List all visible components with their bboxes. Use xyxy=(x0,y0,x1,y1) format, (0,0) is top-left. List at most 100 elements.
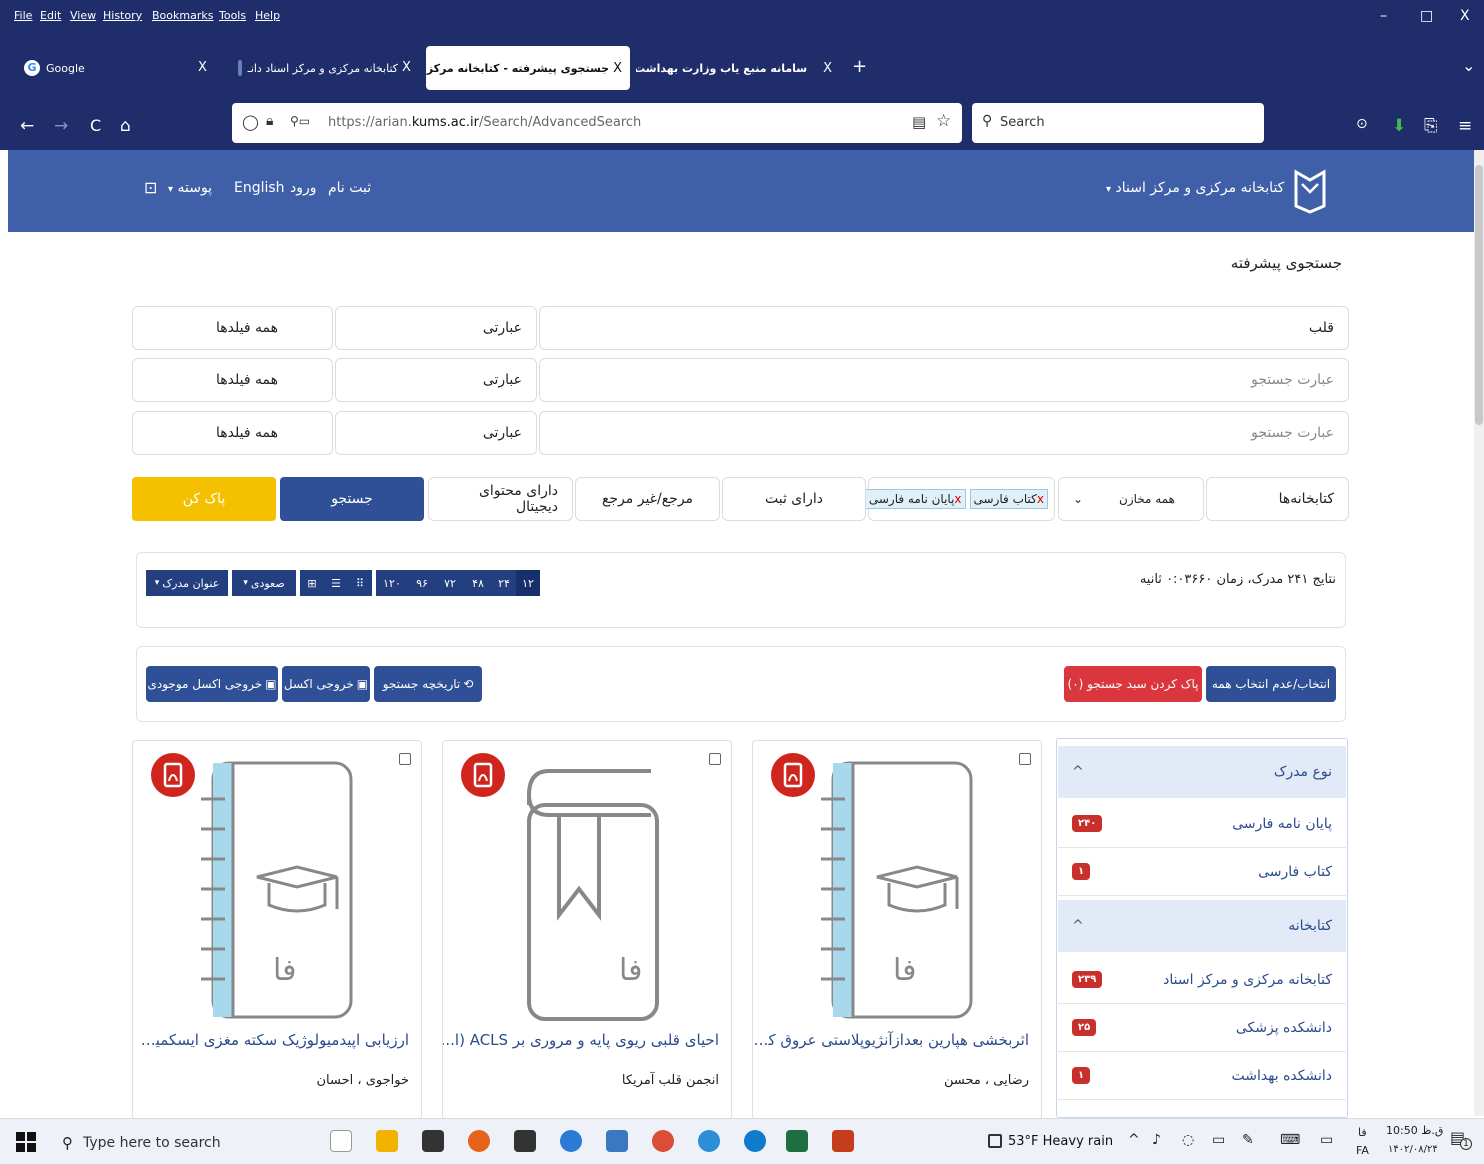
doc-type-multiselect[interactable]: xکتاب فارسی xپایان نامه فارسی ⌄ xyxy=(851,477,1055,521)
close-icon[interactable]: X xyxy=(823,61,832,76)
pen-icon[interactable]: ✎ xyxy=(1242,1132,1254,1148)
list-tabs-button[interactable]: ⌄ xyxy=(1462,56,1475,75)
result-card[interactable]: فا احیای قلبی ریوی پایه و مروری بر ACLS … xyxy=(442,740,732,1120)
menu-help[interactable]: Help xyxy=(255,9,280,22)
search-field-select-1[interactable]: همه فیلدها xyxy=(132,306,333,350)
search-history-button[interactable]: ⟲ تاریخچه جستجو xyxy=(374,666,482,702)
back-button[interactable]: ← xyxy=(20,116,34,136)
grid-small-view-icon[interactable]: ⠿ xyxy=(348,570,372,596)
tab-library[interactable]: X کتابخانه مرکزی و مرکز اسناد دانـ xyxy=(224,46,420,90)
list-view-icon[interactable]: ☰ xyxy=(324,570,348,596)
reference-filter[interactable]: مرجع/غیر مرجع xyxy=(575,477,720,521)
facet-item[interactable]: دانشکده بهداشت ۱ xyxy=(1058,1052,1346,1100)
search-term-input-2[interactable]: عبارت جستجو xyxy=(539,358,1349,402)
url-bar[interactable]: ◯ 🔒︎ ⚲▭ https://arian.kums.ac.ir/Search/… xyxy=(232,103,962,143)
reader-view-icon[interactable]: ▤ xyxy=(912,113,926,131)
language-indicator[interactable]: FA xyxy=(1356,1144,1369,1157)
theme-dropdown[interactable]: پوسته ▾ xyxy=(168,180,212,196)
desktop-icon[interactable]: ▭ xyxy=(1320,1132,1333,1148)
search-button[interactable]: جستجو xyxy=(280,477,424,521)
result-card[interactable]: فا ارزیابی اپیدمیولوژیک سکته مغزی ایسکمی… xyxy=(132,740,422,1120)
select-checkbox[interactable] xyxy=(709,753,721,765)
page-size-24[interactable]: ۲۴ xyxy=(492,570,516,596)
scrollbar-thumb[interactable] xyxy=(1475,165,1483,425)
search-term-input-1[interactable]: قلب xyxy=(539,306,1349,350)
chevron-up-icon[interactable]: ^ xyxy=(1128,1132,1140,1148)
facet-item[interactable]: پایان نامه فارسی ۲۴۰ xyxy=(1058,800,1346,848)
notifications-button[interactable]: ▤ 1 xyxy=(1450,1128,1472,1150)
search-field-select-3[interactable]: همه فیلدها xyxy=(132,411,333,455)
login-link[interactable]: ورود xyxy=(290,180,317,196)
chrome-icon[interactable] xyxy=(652,1130,674,1152)
clear-button[interactable]: پاک کن xyxy=(132,477,276,521)
select-all-button[interactable]: انتخاب/عدم انتخاب همه xyxy=(1206,666,1336,702)
edge-icon[interactable] xyxy=(744,1130,766,1152)
facet-item[interactable]: کتاب فارسی ۱ xyxy=(1058,848,1346,896)
search-field-select-2[interactable]: همه فیلدها xyxy=(132,358,333,402)
close-icon[interactable]: X xyxy=(613,61,622,76)
search-mode-select-3[interactable]: عبارتی xyxy=(335,411,537,455)
excel-stock-export-button[interactable]: ▣ خروجی اکسل موجودی xyxy=(146,666,278,702)
remove-tag-icon[interactable]: x xyxy=(954,492,961,506)
internet-explorer-icon[interactable] xyxy=(698,1130,720,1152)
signup-link[interactable]: ثبت نام xyxy=(328,180,371,196)
app-menu-button[interactable]: ≡ xyxy=(1458,116,1472,136)
display-icon[interactable]: ▭ xyxy=(1212,1132,1225,1148)
excel-app-icon[interactable] xyxy=(786,1130,808,1152)
page-size-72[interactable]: ۷۲ xyxy=(436,570,464,596)
language-fa-indicator[interactable]: فا xyxy=(1358,1126,1367,1139)
search-mode-select-2[interactable]: عبارتی xyxy=(335,358,537,402)
close-icon[interactable]: X xyxy=(402,60,411,75)
tab-ministry[interactable]: X سامانه منبع یاب وزارت بهداشت xyxy=(636,46,840,90)
close-icon[interactable]: X xyxy=(198,60,207,75)
menu-history[interactable]: History xyxy=(103,9,142,22)
select-checkbox[interactable] xyxy=(399,753,411,765)
browser-search-input[interactable]: ⚲ Search xyxy=(972,103,1264,143)
forward-button[interactable]: → xyxy=(54,116,68,136)
volume-icon[interactable]: ♪ xyxy=(1152,1132,1161,1148)
registered-filter[interactable]: دارای ثبت xyxy=(722,477,866,521)
taskbar-search-input[interactable]: ⚲ Type here to search xyxy=(52,1126,302,1160)
menu-view[interactable]: View xyxy=(70,9,96,22)
clock-date[interactable]: ۱۴۰۲/۰۸/۲۴ xyxy=(1388,1144,1438,1155)
facet-item[interactable]: دانشکده پزشکی ۲۵ xyxy=(1058,1004,1346,1052)
digital-content-filter[interactable]: دارای محتوای دیجیتال xyxy=(428,477,573,521)
close-window-button[interactable]: X xyxy=(1460,8,1470,24)
windows-start-icon[interactable] xyxy=(16,1132,36,1152)
menu-edit[interactable]: Edit xyxy=(40,9,61,22)
select-checkbox[interactable] xyxy=(1019,753,1031,765)
result-title-link[interactable]: ارزیابی اپیدمیولوژیک سکته مغزی ایسکمیک..… xyxy=(133,1031,409,1049)
pocket-icon[interactable]: ⊙ xyxy=(1356,116,1368,132)
weather-icon[interactable] xyxy=(988,1134,1002,1148)
menu-tools[interactable]: Tools xyxy=(219,9,246,22)
tag-chip[interactable]: xپایان نامه فارسی xyxy=(864,489,966,509)
result-card[interactable]: فا اثربخشی هپارین بعدازآنژیوپلاستی عروق … xyxy=(752,740,1042,1120)
sort-field-dropdown[interactable]: عنوان مدرک ▾ xyxy=(146,570,228,596)
firefox-icon[interactable] xyxy=(468,1130,490,1152)
facet-item[interactable]: کتابخانه مرکزی و مرکز اسناد ۲۳۹ xyxy=(1058,956,1346,1004)
maximize-button[interactable]: □ xyxy=(1420,8,1433,24)
reload-button[interactable]: C xyxy=(90,116,101,135)
photos-icon[interactable] xyxy=(606,1130,628,1152)
page-size-120[interactable]: ۱۲۰ xyxy=(376,570,408,596)
page-size-48[interactable]: ۴۸ xyxy=(464,570,492,596)
mail-icon[interactable] xyxy=(514,1130,536,1152)
page-size-12[interactable]: ۱۲ xyxy=(516,570,540,596)
facet-library-header[interactable]: کتابخانه ^ xyxy=(1058,900,1346,952)
site-title-dropdown[interactable]: کتابخانه مرکزی و مرکز اسناد ▾ xyxy=(1106,180,1284,196)
clear-basket-button[interactable]: پاک کردن سبد جستجو (۰) xyxy=(1064,666,1202,702)
app-icon[interactable] xyxy=(560,1130,582,1152)
task-view-icon[interactable] xyxy=(330,1130,352,1152)
pdf-icon[interactable] xyxy=(151,753,195,797)
grid-view-icon[interactable]: ⊞ xyxy=(300,570,324,596)
store-icon[interactable] xyxy=(422,1130,444,1152)
new-tab-button[interactable]: + xyxy=(852,56,867,77)
bookmark-star-icon[interactable]: ☆ xyxy=(936,111,951,131)
file-explorer-icon[interactable] xyxy=(376,1130,398,1152)
network-icon[interactable]: ◌ xyxy=(1182,1132,1194,1148)
tab-advanced-search[interactable]: X جستجوی پیشرفته - کتابخانه مرکز xyxy=(426,46,630,90)
result-title-link[interactable]: اثربخشی هپارین بعدازآنژیوپلاستی عروق کر.… xyxy=(753,1031,1029,1049)
result-title-link[interactable]: احیای قلبی ریوی پایه و مروری بر ACLS (ا.… xyxy=(443,1031,719,1049)
pdf-icon[interactable] xyxy=(771,753,815,797)
cart-icon[interactable]: ⊡ xyxy=(144,178,157,197)
